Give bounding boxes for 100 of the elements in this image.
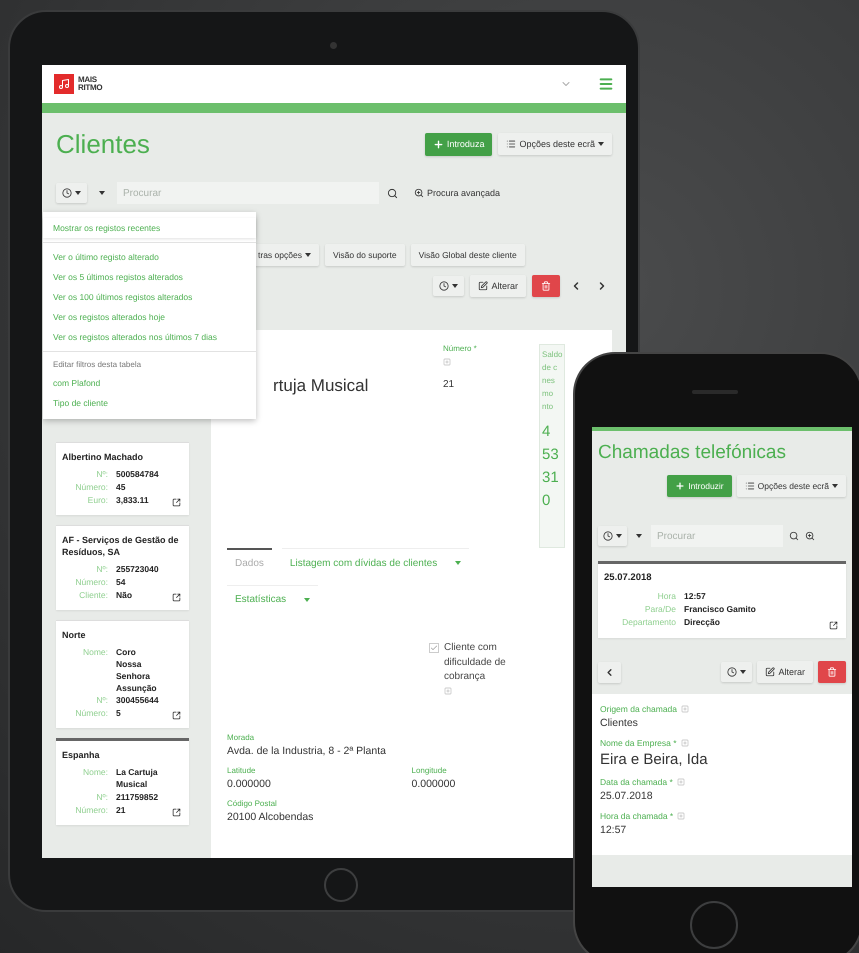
field-value: 0.000000: [412, 778, 456, 790]
field-value: 255723040: [116, 564, 160, 576]
field-label: Número:: [74, 482, 108, 494]
box-arrow-icon[interactable]: [172, 808, 181, 817]
field-label: Morada: [227, 732, 256, 742]
page-title: Clientes: [56, 128, 150, 160]
caret-icon: [740, 670, 746, 674]
menu-icon[interactable]: [598, 76, 614, 92]
field-label: Nome:: [82, 646, 108, 659]
checkbox[interactable]: [429, 643, 439, 653]
field-value: 3,833.11: [116, 494, 150, 507]
clock-icon: [603, 531, 613, 541]
balance-label: nes: [542, 375, 556, 387]
field-label: Hora da chamada *: [600, 811, 674, 822]
field-label: Longitude: [412, 766, 448, 774]
record-card[interactable]: Albertino Machado Nº: 500584784 Número: 45 Euro: 3,833.11: [56, 442, 189, 515]
history-button[interactable]: [598, 526, 627, 546]
record-title: 25.07.2018: [604, 572, 653, 585]
camera-icon: [330, 42, 337, 49]
caret-icon: [598, 142, 604, 146]
field-label: Nº:: [95, 695, 108, 708]
field-label: Número:: [74, 576, 108, 589]
edit-button[interactable]: Alterar: [757, 661, 813, 684]
box-arrow-icon[interactable]: [172, 498, 181, 507]
field-label: Origem da chamada: [600, 704, 678, 714]
search-field[interactable]: Procurar: [651, 525, 783, 547]
field-value: 211759852: [116, 792, 160, 804]
balance-value: 53: [542, 445, 560, 465]
field-value: 54: [116, 576, 126, 589]
history-button[interactable]: [433, 276, 464, 296]
history-button[interactable]: [721, 662, 752, 682]
options-button[interactable]: Opções deste ecrã: [736, 475, 846, 497]
advanced-search-button[interactable]: Procura avançada: [406, 182, 508, 204]
history-button[interactable]: [56, 183, 87, 203]
field-label: Código Postal: [227, 798, 278, 808]
trash-icon: [827, 667, 837, 678]
field-value: 21: [443, 379, 456, 390]
edit-button[interactable]: Alterar: [470, 275, 526, 297]
square-plus-icon: [680, 739, 689, 748]
options-button[interactable]: Opções deste ecrã: [498, 133, 612, 155]
record-card[interactable]: Norte Nome: Coro Nossa Senhora Assunção Nº: 300455644 Número: 5: [56, 620, 189, 728]
field-label: Para/De: [644, 604, 676, 616]
delete-button[interactable]: [532, 275, 560, 297]
field-label: Euro:: [86, 494, 108, 507]
box-arrow-icon[interactable]: [172, 711, 181, 720]
page-title: Chamadas telefónicas: [598, 442, 786, 464]
search-icon[interactable]: [387, 188, 398, 198]
field-value: 300455644: [116, 695, 160, 708]
field-value: Coro Nossa Senhora Assunção: [116, 646, 158, 694]
menu-heading: Editar filtros desta tabela: [52, 359, 142, 371]
check-icon: [430, 644, 438, 652]
record-title: Espanha: [62, 749, 101, 762]
plus-icon: [675, 481, 686, 491]
field-value: 12:57: [600, 824, 628, 836]
field-value: Francisco Gamito: [684, 604, 757, 616]
field-label: Número *: [443, 344, 478, 353]
square-plus-icon: [681, 705, 690, 714]
box-arrow-icon[interactable]: [829, 621, 838, 630]
caret-icon: [832, 484, 838, 488]
field-label: Hora: [656, 590, 676, 603]
plus-icon: [432, 138, 444, 150]
record-card[interactable]: AF - Serviços de Gestão de Resíduos, SA Nº: 255723040 Número: 54 Cliente: Não: [56, 524, 189, 610]
caret-icon: [452, 284, 458, 288]
field-value: La Cartuja Musical: [116, 767, 159, 792]
clock-icon: [62, 188, 72, 198]
checkbox-label: Cliente com dificuldade de cobrança: [444, 641, 507, 684]
field-label: Nº:: [95, 469, 108, 482]
search-field[interactable]: Procurar: [117, 182, 379, 204]
zoom-icon[interactable]: [805, 531, 815, 541]
search-icon[interactable]: [789, 531, 799, 541]
field-value: 500584784: [116, 469, 160, 482]
field-value: 45: [116, 482, 126, 494]
field-label: Departamento: [621, 616, 676, 628]
record-card[interactable]: 25.07.2018 Hora 12:57 Para/De Francisco Gamito Departamento Direcção: [598, 561, 846, 638]
list-icon: [506, 139, 516, 149]
field-value: 0.000000: [227, 778, 272, 790]
delete-button[interactable]: [818, 661, 846, 684]
field-label: Número:: [74, 708, 108, 720]
square-plus-icon: [443, 358, 451, 366]
balance-label: nto: [542, 401, 554, 413]
field-value: Não: [116, 590, 134, 602]
record-card[interactable]: Espanha Nome: La Cartuja Musical Nº: 211759852 Número: 21: [56, 738, 189, 825]
field-value: 5: [116, 708, 122, 720]
nav-button[interactable]: Visão do suporte: [324, 244, 405, 266]
field-label: Cliente:: [78, 590, 108, 602]
field-label: Nome:: [82, 767, 108, 780]
nav-button[interactable]: Visão Global deste cliente: [410, 244, 525, 266]
field-label: Nº:: [95, 792, 108, 804]
box-arrow-icon[interactable]: [172, 592, 181, 602]
previous-button[interactable]: [598, 662, 621, 683]
balance-value: 4: [542, 422, 552, 442]
caret-icon: [616, 534, 622, 538]
music-note-icon: [58, 78, 70, 90]
record-title: Norte: [62, 628, 87, 641]
pen-square-icon: [478, 281, 488, 291]
square-plus-icon: [444, 686, 452, 694]
caret-icon: [636, 534, 642, 538]
field-label: Nome da Empresa *: [600, 738, 677, 748]
client-name: rtuja Musical: [272, 375, 370, 397]
field-label: Nº:: [95, 564, 108, 576]
